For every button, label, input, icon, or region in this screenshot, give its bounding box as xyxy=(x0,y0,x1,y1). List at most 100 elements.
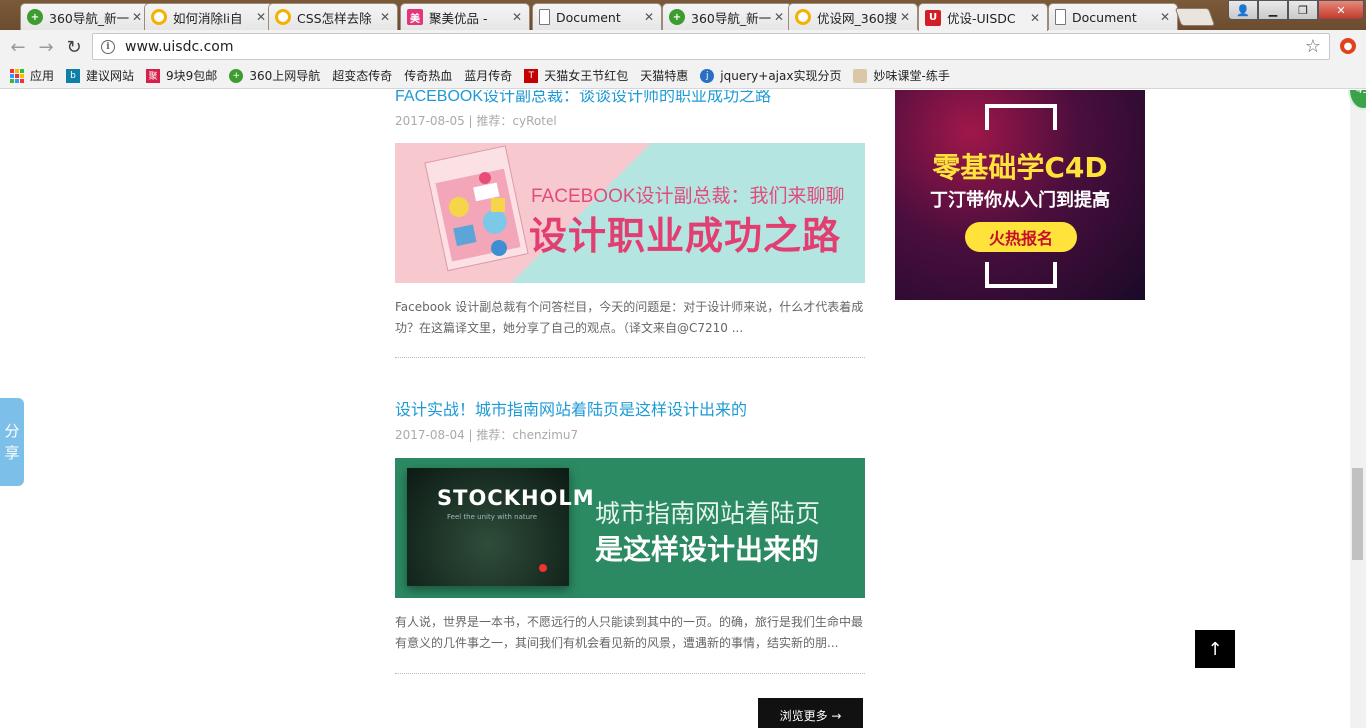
close-tab-icon[interactable]: ✕ xyxy=(643,10,655,24)
new-tab-button[interactable] xyxy=(1174,8,1216,26)
user-icon[interactable]: 👤 xyxy=(1228,0,1258,20)
maximize-button[interactable]: ❐ xyxy=(1288,0,1318,20)
bookmark-item[interactable]: 聚 9块9包邮 xyxy=(146,67,217,84)
ad-frame-bottom xyxy=(985,262,1057,288)
close-tab-icon[interactable]: ✕ xyxy=(899,10,911,24)
bookmark-item[interactable]: + 360上网导航 xyxy=(229,67,320,84)
bookmark-item[interactable]: 超变态传奇 xyxy=(0,67,393,167)
page-viewport: FACEBOOK设计副总裁：谈谈设计师的职业成功之路 2017-08-05 | … xyxy=(0,90,1366,728)
bookmark-label: 应用 xyxy=(30,69,55,83)
mockup-tagline: Feel the unity with nature xyxy=(447,513,538,521)
360-icon: + xyxy=(229,68,244,83)
ad-headline: 零基础学C4D xyxy=(932,151,1108,184)
c4d-course-ad[interactable]: 零基础学C4D 丁汀带你从入门到提高 火热报名 xyxy=(895,90,1145,300)
extension-icon[interactable]: ● xyxy=(1340,38,1356,54)
scrollbar-thumb[interactable] xyxy=(1352,468,1363,560)
jquery-icon: j xyxy=(700,68,715,83)
article-title[interactable]: FACEBOOK设计副总裁：谈谈设计师的职业成功之路 xyxy=(395,90,865,106)
tmall-icon: T xyxy=(524,68,539,83)
bookmark-item[interactable]: 传奇热血 xyxy=(0,67,453,167)
browser-tab[interactable]: 优设网_360搜 ✕ xyxy=(788,3,918,30)
browser-tab[interactable]: CSS怎样去除 ✕ xyxy=(268,3,398,30)
bookmark-star-icon[interactable]: ☆ xyxy=(1305,36,1321,57)
banner-line2: 设计职业成功之路 xyxy=(529,214,842,258)
close-tab-icon[interactable]: ✕ xyxy=(511,10,523,24)
close-tab-icon[interactable]: ✕ xyxy=(255,10,267,24)
banner-line1: 城市指南网站着陆页 xyxy=(595,499,821,528)
browser-tab[interactable]: 美 聚美优品 - ✕ xyxy=(400,3,530,30)
website-mockup: STOCKHOLM Feel the unity with nature xyxy=(407,468,594,586)
article-meta: 2017-08-04 | 推荐：chenzimu7 xyxy=(395,428,579,442)
qq-browser-icon xyxy=(275,9,291,25)
reload-button[interactable]: ↻ xyxy=(62,35,86,59)
article-banner-image[interactable]: FACEBOOK设计副总裁：我们来聊聊 设计职业成功之路 xyxy=(395,143,865,283)
tab-title: 聚美优品 - xyxy=(429,10,488,26)
bookmark-label: 360上网导航 xyxy=(249,69,321,83)
banner-line1: FACEBOOK设计副总裁：我们来聊聊 xyxy=(531,186,845,207)
qq-browser-icon xyxy=(795,9,811,25)
bookmark-label: 妙味课堂-练手 xyxy=(873,69,950,83)
article-excerpt: Facebook 设计副总裁有个问答栏目，今天的问题是：对于设计师来说，什么才代… xyxy=(395,300,864,335)
forward-button[interactable]: → xyxy=(34,35,58,59)
bookmark-item[interactable]: 蓝月传奇 xyxy=(0,67,513,167)
bookmark-item[interactable]: 妙味课堂-练手 xyxy=(853,67,950,84)
close-tab-icon[interactable]: ✕ xyxy=(379,10,391,24)
minimize-button[interactable]: ▁ xyxy=(1258,0,1288,20)
browser-tab[interactable]: + 360导航_新一 ✕ xyxy=(20,3,150,30)
page-icon xyxy=(539,9,550,25)
browser-tab[interactable]: Document ✕ xyxy=(1048,3,1178,30)
avatar-icon xyxy=(853,68,868,83)
close-tab-icon[interactable]: ✕ xyxy=(131,10,143,24)
close-tab-icon[interactable]: ✕ xyxy=(773,10,785,24)
bookmark-item[interactable]: 天猫特惠 xyxy=(0,67,689,167)
share-label: 分 xyxy=(4,422,20,440)
bookmarks-bar: 应用 b 建议网站 聚 9块9包邮 + 360上网导航 超变态传奇 传奇热血 蓝… xyxy=(0,63,1366,167)
bookmark-label: 蓝月传奇 xyxy=(464,69,513,83)
360-icon: + xyxy=(669,9,685,25)
article-title[interactable]: 设计实战！城市指南网站着陆页是这样设计出来的 xyxy=(395,396,865,420)
mockup-brand: STOCKHOLM xyxy=(437,486,595,510)
browser-toolbar: ← → ↻ i www.uisdc.com ☆ ● xyxy=(0,30,1366,63)
back-button[interactable]: ← xyxy=(6,35,30,59)
bookmark-label: 9块9包邮 xyxy=(166,69,218,83)
qq-browser-icon xyxy=(151,9,167,25)
juhuasuan-icon: 聚 xyxy=(146,68,161,83)
ad-frame-top xyxy=(985,104,1057,130)
article-card: FACEBOOK设计副总裁：谈谈设计师的职业成功之路 2017-08-05 | … xyxy=(395,90,865,129)
close-tab-icon[interactable]: ✕ xyxy=(1159,10,1171,24)
article-excerpt: 有人说，世界是一本书，不愿远行的人只能读到其中的一页。的确，旅行是我们生命中最有… xyxy=(395,615,864,650)
tab-title: 优设-UISDC xyxy=(947,11,1016,26)
back-to-top-button[interactable]: ↑ xyxy=(1195,630,1235,668)
apps-grid-icon xyxy=(10,68,24,83)
share-label: 享 xyxy=(4,444,20,462)
browser-tab[interactable]: 如何消除li自 ✕ xyxy=(144,3,274,30)
tab-title: 如何消除li自 xyxy=(173,10,243,26)
address-bar[interactable]: i www.uisdc.com ☆ xyxy=(92,33,1330,60)
scrollbar-track[interactable] xyxy=(1350,90,1366,728)
browser-tab[interactable]: Document ✕ xyxy=(532,3,662,30)
bookmark-item[interactable]: T 天猫女王节红包 xyxy=(524,67,628,84)
bing-icon: b xyxy=(66,68,81,83)
browser-tab[interactable]: + 360导航_新一 ✕ xyxy=(662,3,792,30)
bookmark-label: 天猫特惠 xyxy=(640,69,689,83)
ad-signup-button[interactable]: 火热报名 xyxy=(965,222,1077,252)
bookmark-label: 传奇热血 xyxy=(404,69,453,83)
bookmark-apps[interactable]: 应用 xyxy=(10,67,54,84)
bookmark-label: 超变态传奇 xyxy=(332,69,393,83)
close-tab-icon[interactable]: ✕ xyxy=(1029,11,1041,25)
browser-tab-active[interactable]: U 优设-UISDC ✕ xyxy=(918,3,1048,31)
article-meta: 2017-08-05 | 推荐：cyRotel xyxy=(395,114,557,128)
mockup-dot xyxy=(539,564,547,572)
tab-title: CSS怎样去除 xyxy=(297,10,372,26)
bookmark-item[interactable]: j jquery+ajax实现分页 xyxy=(700,67,841,84)
page-icon xyxy=(1055,9,1066,25)
article-divider xyxy=(395,357,865,358)
browse-more-button[interactable]: 浏览更多 → xyxy=(758,698,863,728)
bookmark-item[interactable]: b 建议网站 xyxy=(66,67,134,84)
url-text: www.uisdc.com xyxy=(125,38,234,55)
share-side-tab[interactable]: 分 享 xyxy=(0,398,24,486)
uisdc-icon: U xyxy=(925,9,941,26)
article-banner-image[interactable]: STOCKHOLM Feel the unity with nature 城市指… xyxy=(395,458,865,598)
close-window-button[interactable]: ✕ xyxy=(1318,0,1364,20)
info-icon[interactable]: i xyxy=(101,39,115,54)
